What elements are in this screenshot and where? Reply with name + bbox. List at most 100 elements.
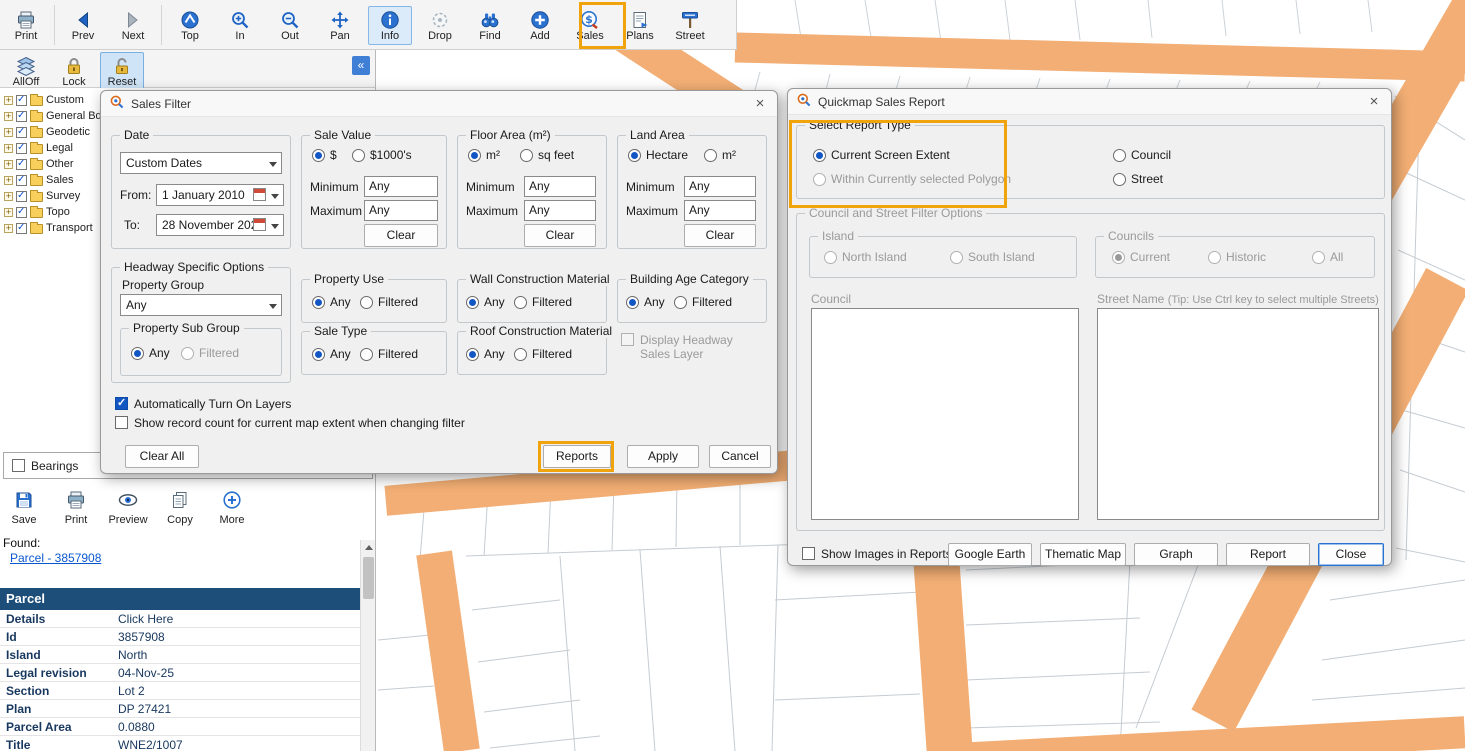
toolbar-button[interactable]: Print [4,6,48,45]
layer-checkbox[interactable] [16,191,27,202]
toolbar-button[interactable]: Find [468,6,512,45]
expand-icon[interactable] [4,176,13,185]
toolbar-button[interactable]: Reset [100,52,144,91]
expand-icon[interactable] [4,224,13,233]
graph-button[interactable]: Graph [1134,543,1218,566]
toolbar-button[interactable]: Next [111,6,155,45]
filtered-radio[interactable]: Filtered [514,347,572,361]
from-date-input[interactable]: 1 January 2010 [156,184,284,206]
layer-tree-item[interactable]: Other [2,156,107,172]
sub-any-radio[interactable]: Any [131,346,170,360]
toolbar-button[interactable]: Add [518,6,562,45]
minimum-input[interactable]: Any [364,176,438,197]
council-radio[interactable]: Council [1113,148,1171,162]
to-date-input[interactable]: 28 November 2025 [156,214,284,236]
layer-tree-item[interactable]: Legal [2,140,107,156]
close-icon[interactable]: × [751,95,769,112]
any-radio[interactable]: Any [466,347,505,361]
toolbar-button[interactable]: Top [168,6,212,45]
property-group-select[interactable]: Any [120,294,282,316]
scroll-up-arrow[interactable] [361,540,375,555]
layer-tree-item[interactable]: Topo [2,204,107,220]
maximum-input[interactable]: Any [364,200,438,221]
result-toolbar-button[interactable]: More [210,488,254,528]
hectare-radio[interactable]: Hectare [628,148,688,162]
auto-layers-checkbox[interactable] [115,397,128,410]
layer-tree-item[interactable]: Sales [2,172,107,188]
bearings-checkbox[interactable] [12,459,25,472]
layer-checkbox[interactable] [16,95,27,106]
toolbar-button[interactable]: Drop [418,6,462,45]
council-listbox[interactable] [811,308,1079,520]
toolbar-button[interactable]: AllOff [4,52,48,91]
clear-button[interactable]: Clear [524,224,596,247]
dialog-titlebar[interactable]: Quickmap Sales Report [788,89,1391,115]
date-preset-select[interactable]: Custom Dates [120,152,282,174]
report-button[interactable]: Report [1226,543,1310,566]
m2-radio[interactable]: m² [704,148,736,162]
google-earth-button[interactable]: Google Earth [948,543,1032,566]
m2-radio[interactable]: m² [468,148,500,162]
clear-button[interactable]: Clear [684,224,756,247]
filtered-radio[interactable]: Filtered [674,295,732,309]
layer-tree-item[interactable]: Geodetic [2,124,107,140]
layer-checkbox[interactable] [16,111,27,122]
reports-button[interactable]: Reports [543,445,611,468]
any-radio[interactable]: Any [312,295,351,309]
minimum-input[interactable]: Any [684,176,756,197]
result-toolbar-button[interactable]: Save [2,488,46,528]
maximum-input[interactable]: Any [524,200,596,221]
result-toolbar-button[interactable]: Preview [106,488,150,528]
filtered-radio[interactable]: Filtered [360,295,418,309]
toolbar-button[interactable]: Out [268,6,312,45]
minimum-input[interactable]: Any [524,176,596,197]
expand-icon[interactable] [4,112,13,121]
sqfeet-radio[interactable]: sq feet [520,148,574,162]
close-button[interactable]: Close [1318,543,1384,566]
layer-checkbox[interactable] [16,159,27,170]
scroll-thumb[interactable] [363,557,374,599]
record-count-option[interactable]: Show record count for current map extent… [115,416,465,430]
layer-checkbox[interactable] [16,207,27,218]
toolbar-button[interactable]: $ Sales [568,6,612,45]
any-radio[interactable]: Any [626,295,665,309]
layer-tree-item[interactable]: Survey [2,188,107,204]
toolbar-button[interactable]: Lock [52,52,96,91]
filtered-radio[interactable]: Filtered [360,347,418,361]
dialog-titlebar[interactable]: Sales Filter [101,91,777,117]
cancel-button[interactable]: Cancel [709,445,771,468]
toolbar-button[interactable]: Plans [618,6,662,45]
layer-tree-item[interactable]: General Bdy [2,108,107,124]
layer-checkbox[interactable] [16,223,27,234]
layer-tree-item[interactable]: Custom [2,92,107,108]
layer-checkbox[interactable] [16,175,27,186]
toolbar-button[interactable]: Street [668,6,712,45]
expand-icon[interactable] [4,96,13,105]
expand-icon[interactable] [4,192,13,201]
result-toolbar-button[interactable]: Print [54,488,98,528]
record-count-checkbox[interactable] [115,416,128,429]
apply-button[interactable]: Apply [627,445,699,468]
found-parcel-link[interactable]: Parcel - 3857908 [10,551,101,565]
toolbar-button[interactable]: In [218,6,262,45]
expand-icon[interactable] [4,144,13,153]
street-radio[interactable]: Street [1113,172,1163,186]
any-radio[interactable]: Any [466,295,505,309]
result-toolbar-button[interactable]: Copy [158,488,202,528]
show-images-option[interactable]: Show Images in Reports [802,547,952,561]
expand-icon[interactable] [4,208,13,217]
scrollbar[interactable] [360,540,375,751]
show-images-checkbox[interactable] [802,547,815,560]
clear-button[interactable]: Clear [364,224,438,247]
expand-icon[interactable] [4,128,13,137]
close-icon[interactable]: × [1365,93,1383,110]
current-screen-extent-radio[interactable]: Current Screen Extent [813,148,950,162]
dollar-radio[interactable]: $ [312,148,337,162]
toolbar-button[interactable]: Pan [318,6,362,45]
thematic-map-button[interactable]: Thematic Map [1040,543,1126,566]
toolbar-button[interactable]: Prev [61,6,105,45]
collapse-panel-button[interactable]: « [352,56,370,75]
layer-checkbox[interactable] [16,143,27,154]
maximum-input[interactable]: Any [684,200,756,221]
auto-layers-option[interactable]: Automatically Turn On Layers [115,397,291,411]
